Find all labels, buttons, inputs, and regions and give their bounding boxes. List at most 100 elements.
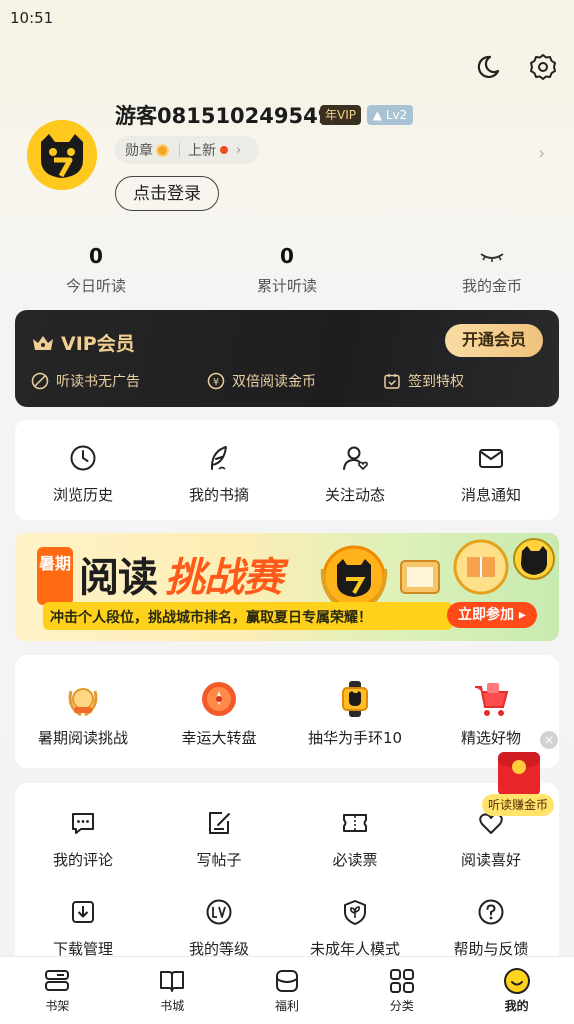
quick-link-excerpts[interactable]: 我的书摘 (151, 440, 287, 505)
banner-subtitle: 冲击个人段位，挑战城市排名，赢取夏日专属荣耀！ (50, 610, 372, 626)
stat-value: 0 (89, 244, 103, 268)
service-must-read-ticket[interactable]: 必读票 (287, 805, 423, 870)
activity-label: 抽华为手环10 (307, 729, 403, 747)
feather-icon (201, 440, 237, 476)
services-card: 我的评论 写帖子 必读票 阅读喜好 下载管理 我的等级 未成年人模式 帮助与反馈 (15, 783, 559, 973)
service-downloads[interactable]: 下载管理 (15, 894, 151, 959)
comment-icon (65, 805, 101, 841)
quick-link-label: 消息通知 (460, 486, 521, 504)
stat-label: 累计听读 (256, 277, 317, 295)
medal-news-pill[interactable]: 勋章 上新 › (115, 136, 259, 164)
tab-label: 书架 (45, 999, 70, 1013)
tab-label: 书城 (160, 999, 185, 1013)
avatar[interactable] (27, 120, 97, 190)
lucky-wheel-icon (199, 679, 239, 719)
vip-perk-label: 双倍阅读金币 (232, 374, 316, 390)
vip-card[interactable]: VIP会员 开通会员 听读书无广告 ¥ 双倍阅读金币 签到特权 (15, 310, 559, 407)
service-write-post[interactable]: 写帖子 (151, 805, 287, 870)
profile-arrow-icon[interactable]: › (538, 143, 545, 164)
quick-link-follow[interactable]: 关注动态 (287, 440, 423, 505)
join-now-button[interactable]: 立即参加 ▸ (447, 602, 537, 628)
tab-mine[interactable]: 我的 (459, 957, 574, 1024)
clock-icon (65, 440, 101, 476)
join-now-label: 立即参加 (458, 607, 515, 623)
vip-perk-no-ads: 听读书无广告 (31, 371, 140, 391)
ticket-icon (337, 805, 373, 841)
username: 游客081510249549 (115, 104, 333, 128)
service-help-feedback[interactable]: 帮助与反馈 (423, 894, 559, 959)
tab-label: 分类 (389, 999, 414, 1013)
service-my-level[interactable]: 我的等级 (151, 894, 287, 959)
vip-perk-label: 听读书无广告 (56, 374, 140, 390)
coin-icon: ¥ (207, 372, 225, 390)
category-icon (389, 969, 414, 993)
quick-link-label: 关注动态 (324, 486, 385, 504)
help-icon (473, 894, 509, 930)
service-minor-mode[interactable]: 未成年人模式 (287, 894, 423, 959)
close-icon[interactable]: × (540, 731, 558, 749)
quick-link-messages[interactable]: 消息通知 (423, 440, 559, 505)
service-label: 必读票 (332, 851, 378, 869)
activity-featured-goods[interactable]: 精选好物 (423, 679, 559, 748)
tab-label: 福利 (274, 999, 299, 1013)
tab-bookstore[interactable]: 书城 (115, 957, 230, 1024)
summer-challenge-banner[interactable]: 暑期 阅读 挑战赛 冲击个人段位，挑战城市排名，赢取夏日专属荣耀！ 立即参加 ▸ (15, 533, 559, 641)
stat-today-listen[interactable]: 0 今日听读 (26, 244, 166, 296)
stat-my-coins[interactable]: 我的金币 (422, 244, 562, 296)
smile-face-icon (503, 968, 530, 994)
banner-title-part1: 阅读 (79, 555, 158, 601)
open-vip-button[interactable]: 开通会员 (445, 324, 543, 357)
service-my-comments[interactable]: 我的评论 (15, 805, 151, 870)
stat-total-listen[interactable]: 0 累计听读 (217, 244, 357, 296)
level-badge: ▲ Lv2 (367, 105, 413, 125)
vip-perk-checkin: 签到特权 (383, 371, 464, 391)
user-heart-icon (337, 440, 373, 476)
activity-label: 幸运大转盘 (181, 729, 257, 747)
service-label: 阅读喜好 (460, 851, 521, 869)
new-label: 上新 (188, 143, 216, 159)
chevron-right-icon: › (236, 142, 242, 158)
new-dot-icon (220, 146, 228, 154)
quick-link-label: 浏览历史 (52, 486, 113, 504)
vip-title: VIP会员 (31, 329, 135, 356)
service-label: 我的评论 (52, 851, 113, 869)
activity-label: 暑期阅读挑战 (37, 729, 128, 747)
tab-bookshelf[interactable]: 书架 (0, 957, 115, 1024)
gear-icon[interactable] (528, 52, 558, 82)
vip-title-text: VIP会员 (61, 333, 135, 355)
activity-summer-challenge[interactable]: 暑期阅读挑战 (15, 679, 151, 748)
crown-icon (33, 335, 53, 350)
book-icon (160, 971, 185, 992)
banner-tag: 暑期 (37, 547, 73, 605)
shopping-cart-icon (471, 679, 511, 719)
activity-huawei-band[interactable]: 抽华为手环10 (287, 679, 423, 748)
listen-earn-coins-label[interactable]: 听读赚金币 (482, 794, 554, 816)
service-label: 写帖子 (196, 851, 242, 869)
quick-link-history[interactable]: 浏览历史 (15, 440, 151, 505)
tab-category[interactable]: 分类 (344, 957, 459, 1024)
status-time: 10:51 (10, 9, 54, 27)
activity-lucky-wheel[interactable]: 幸运大转盘 (151, 679, 287, 748)
hidden-eye-icon[interactable] (422, 244, 562, 270)
bookshelf-icon (45, 970, 70, 991)
activities-card: 暑期阅读挑战 幸运大转盘 抽华为手环10 精选好物 (15, 655, 559, 768)
gold-coin-icon (512, 760, 526, 774)
cat-badge-icon (513, 538, 555, 580)
medal-label: 勋章 (125, 143, 153, 159)
vip-badge: 年VIP (320, 105, 361, 125)
smart-band-icon (335, 679, 375, 719)
svg-text:¥: ¥ (213, 377, 219, 388)
tab-welfare[interactable]: 福利 (230, 957, 345, 1024)
red-packet-icon[interactable] (498, 752, 540, 796)
moon-icon[interactable] (472, 52, 502, 82)
pill-divider (179, 143, 180, 157)
welfare-icon (275, 970, 298, 992)
stat-label: 今日听读 (65, 277, 126, 295)
edit-post-icon (201, 805, 237, 841)
download-icon (65, 894, 101, 930)
calendar-check-icon (384, 374, 400, 389)
level-icon (201, 894, 237, 930)
leaf-shield-icon (337, 894, 373, 930)
login-button[interactable]: 点击登录 (115, 176, 219, 211)
bottom-tab-bar: 书架 书城 福利 分类 我的 (0, 956, 574, 1024)
